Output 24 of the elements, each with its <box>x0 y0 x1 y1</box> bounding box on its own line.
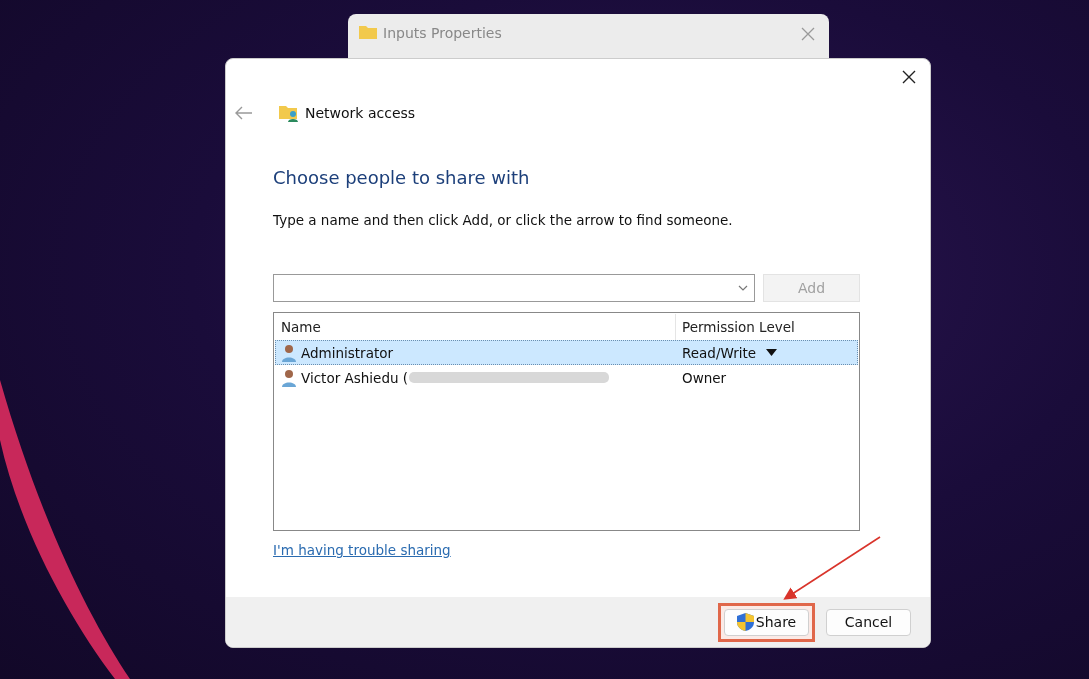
list-row[interactable]: Administrator Read/Write <box>275 340 858 365</box>
name-combo-box[interactable] <box>273 274 755 302</box>
heading: Choose people to share with <box>273 167 531 188</box>
permission-level: Read/Write <box>682 344 757 361</box>
column-header[interactable]: Name <box>275 319 675 335</box>
user-icon <box>282 343 296 362</box>
close-icon[interactable] <box>902 70 916 84</box>
dialog-button[interactable]: Cancel <box>826 608 911 636</box>
help-link[interactable]: I'm having trouble sharing <box>273 542 451 558</box>
chevron-down-icon[interactable] <box>738 285 748 291</box>
back-arrow-icon[interactable] <box>235 106 253 120</box>
dialog-title: Network access <box>305 105 416 121</box>
shield-icon <box>736 613 754 631</box>
user-name: Victor Ashiedu ( <box>301 369 409 386</box>
user-name: Administrator <box>301 344 394 361</box>
instruction-text: Type a name and then click Add, or click the arrow to find someone. <box>273 212 734 228</box>
dialog-button[interactable]: Share <box>724 608 809 636</box>
dropdown-caret-icon[interactable] <box>766 349 778 356</box>
list-row[interactable]: Victor Ashiedu ( Owner <box>275 365 858 390</box>
shared-folder-icon <box>279 104 299 122</box>
folder-icon <box>359 25 377 39</box>
user-icon <box>282 368 296 387</box>
permission-level: Owner <box>682 369 727 386</box>
window-title: Inputs Properties <box>383 25 503 41</box>
